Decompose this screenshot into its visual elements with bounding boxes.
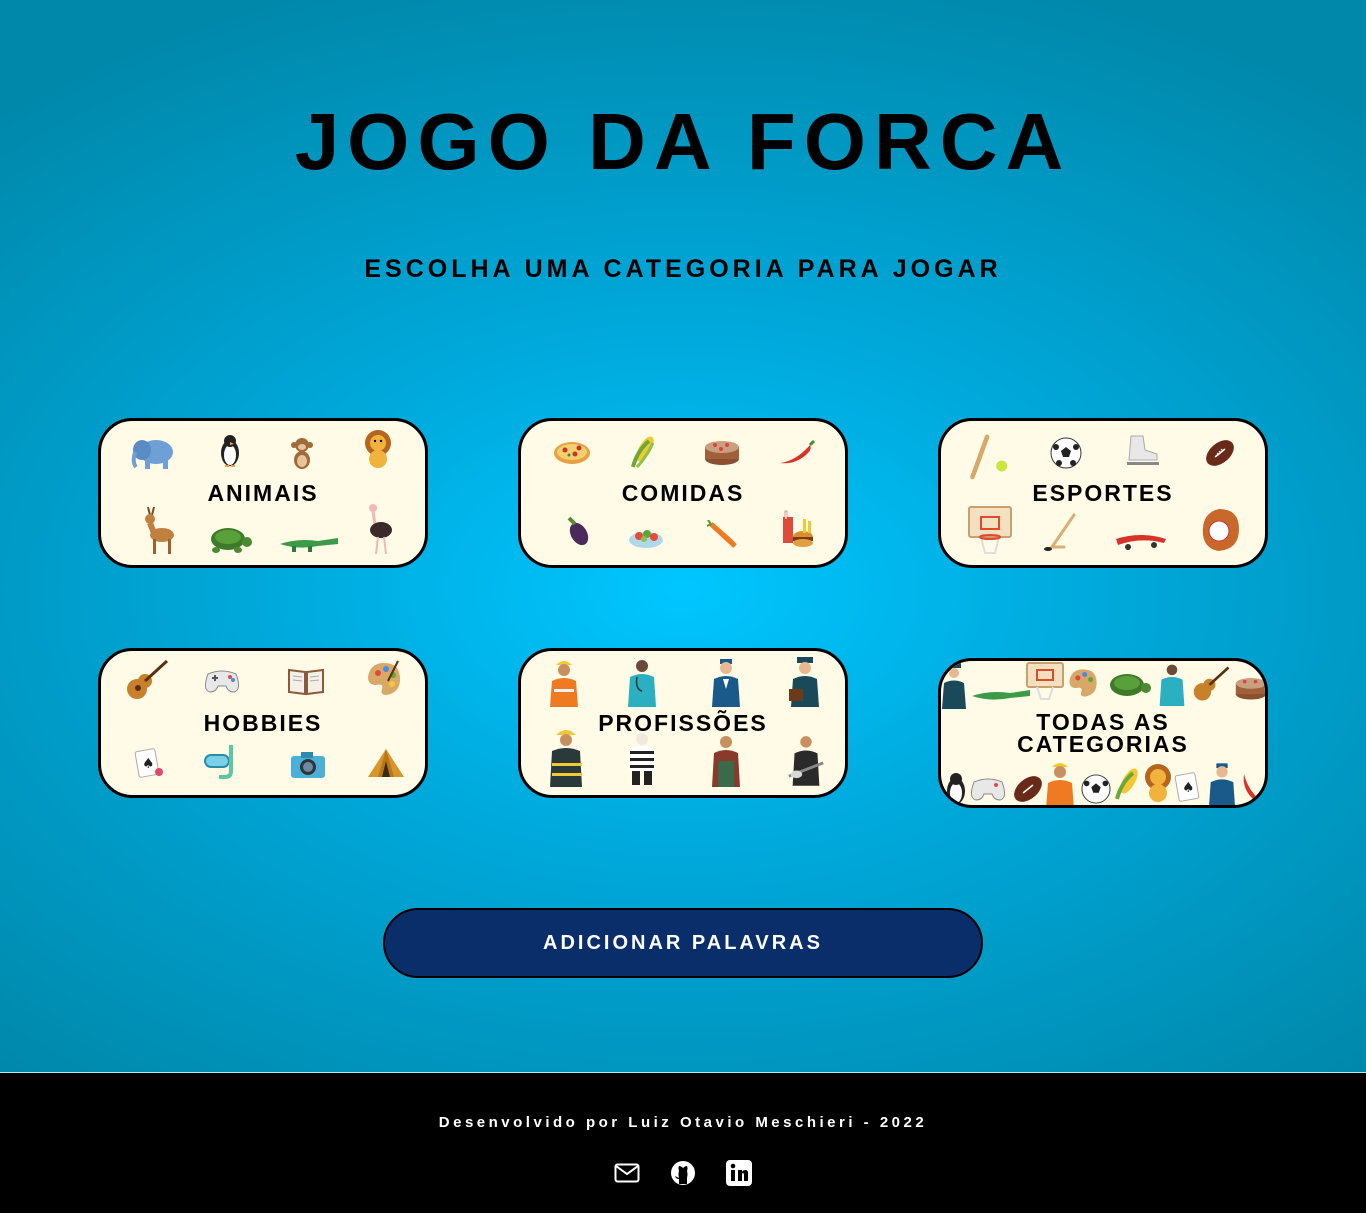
page-subtitle: ESCOLHA UMA CATEGORIA PARA JOGAR: [364, 255, 1002, 283]
firefighter-icon: [545, 725, 587, 787]
doctor-icon: [621, 657, 663, 707]
pizza-icon: [551, 435, 593, 471]
email-icon[interactable]: [614, 1160, 640, 1186]
category-label-line1: TODAS AS: [1036, 709, 1170, 735]
corn-icon: [623, 431, 665, 471]
carrot-icon: [703, 517, 745, 553]
turtle-icon: [1103, 667, 1153, 703]
footer-credit: Desenvolvido por Luiz Otavio Meschieri -…: [438, 1114, 928, 1131]
category-label-line2: CATEGORIAS: [1017, 731, 1189, 757]
flight-attendant-icon: [705, 657, 747, 707]
snorkel-icon: [199, 741, 241, 781]
baseball-glove-icon: [1197, 505, 1243, 555]
palette-icon: [1065, 665, 1101, 701]
monkey-icon: [281, 435, 323, 471]
deer-icon: [135, 505, 177, 555]
ostrich-icon: [359, 503, 401, 555]
category-card-comidas[interactable]: COMIDAS: [518, 418, 848, 568]
construction-worker-icon: [543, 657, 585, 707]
page-title: JOGO DA FORCA: [294, 97, 1072, 186]
crocodile-icon: [277, 525, 341, 561]
soccer-ball-icon: [1045, 435, 1087, 471]
crocodile-icon: [969, 677, 1033, 713]
chili-pepper-icon: [1237, 769, 1265, 805]
camera-icon: [287, 747, 329, 783]
svg-text:♠: ♠: [1182, 780, 1195, 796]
main-section: JOGO DA FORCA ESCOLHA UMA CATEGORIA PARA…: [0, 0, 1366, 1073]
playing-cards-icon: ♠: [129, 745, 171, 781]
category-label: COMIDAS: [621, 480, 745, 506]
game-controller-icon: [967, 771, 1009, 805]
mime-icon: [621, 731, 663, 787]
category-label: ANIMAIS: [207, 480, 319, 506]
doctor-icon: [1155, 661, 1189, 707]
chili-pepper-icon: [775, 435, 817, 471]
svg-text:♠: ♠: [142, 756, 155, 772]
turtle-icon: [205, 521, 253, 557]
category-card-hobbies[interactable]: HOBBIES ♠: [98, 648, 428, 798]
category-label: HOBBIES: [203, 710, 323, 736]
pilot-icon: [941, 663, 969, 709]
fast-food-icon: [777, 509, 819, 551]
eggplant-icon: [557, 513, 599, 549]
ice-skate-icon: [1121, 433, 1163, 469]
linkedin-icon[interactable]: [726, 1160, 752, 1186]
basketball-hoop-icon: [1025, 661, 1065, 701]
musician-icon: [785, 733, 827, 787]
game-controller-icon: [201, 663, 243, 699]
footer: Desenvolvido por Luiz Otavio Meschieri -…: [0, 1074, 1366, 1213]
tent-icon: [365, 745, 407, 781]
category-card-esportes[interactable]: ESPORTES: [938, 418, 1268, 568]
elephant-icon: [129, 435, 177, 471]
add-words-button[interactable]: ADICIONAR PALAVRAS: [383, 908, 983, 978]
baseball-bat-icon: [967, 431, 1009, 481]
pilot-icon: [785, 655, 827, 707]
lion-icon: [357, 430, 399, 468]
penguin-icon: [209, 433, 251, 469]
palette-icon: [363, 660, 405, 697]
github-icon[interactable]: [670, 1160, 696, 1186]
category-label: ESPORTES: [1032, 480, 1174, 506]
book-icon: [285, 663, 327, 699]
cake-icon: [1233, 669, 1265, 705]
cake-icon: [701, 433, 743, 469]
salad-icon: [625, 519, 667, 555]
football-icon: [1199, 435, 1241, 471]
category-card-todas[interactable]: TODAS AS CATEGORIAS ♠: [938, 658, 1268, 808]
penguin-icon: [943, 769, 969, 805]
guitar-icon: [123, 657, 173, 703]
category-card-animais[interactable]: ANIMAIS: [98, 418, 428, 568]
category-card-profissoes[interactable]: PROFISSÕES: [518, 648, 848, 798]
category-label: TODAS AS CATEGORIAS: [941, 709, 1265, 757]
category-label: PROFISSÕES: [598, 710, 768, 736]
farmer-icon: [705, 733, 747, 787]
hockey-stick-icon: [1039, 513, 1081, 551]
basketball-hoop-icon: [967, 505, 1013, 557]
skateboard-icon: [1113, 523, 1169, 559]
guitar-icon: [1189, 663, 1235, 705]
